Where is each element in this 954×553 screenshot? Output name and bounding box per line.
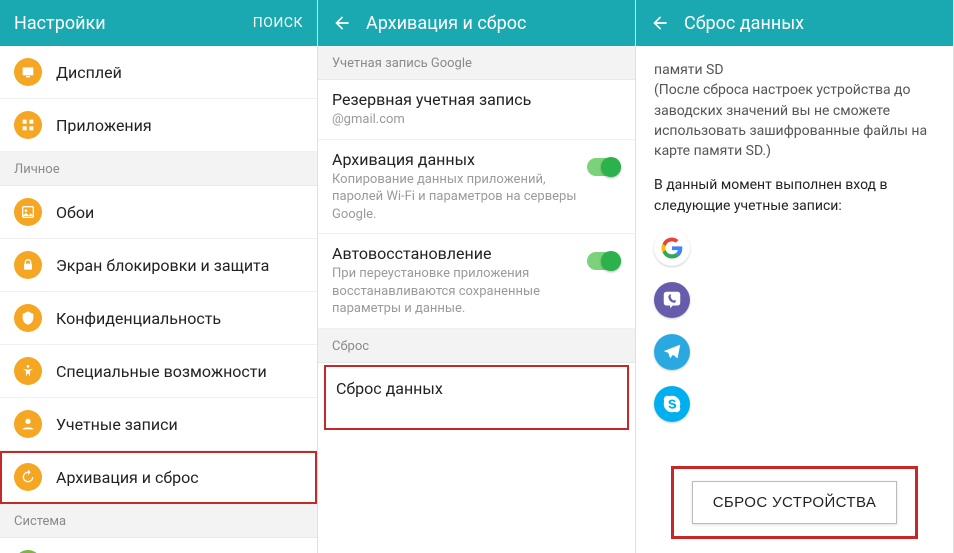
settings-item-wallpaper[interactable]: Обои (0, 186, 317, 239)
setting-sub: При переустановке приложения восстанавли… (332, 265, 577, 318)
backup-reset-panel: Архивация и сброс Учетная запись Google … (318, 0, 636, 553)
setting-backup-account[interactable]: Резервная учетная запись @gmail.com (318, 80, 635, 140)
display-icon (14, 58, 42, 86)
account-viber-icon (654, 282, 690, 318)
settings-item-backup-reset[interactable]: Архивация и сброс (0, 451, 317, 504)
setting-sub: Копирование данных приложений, паролей W… (332, 171, 577, 224)
settings-item-accounts[interactable]: Учетные записи (0, 398, 317, 451)
appbar-title: Настройки (14, 13, 239, 34)
settings-item-display[interactable]: Дисплей (0, 46, 317, 99)
appbar-factory: Сброс данных (636, 0, 953, 46)
section-google-account: Учетная запись Google (318, 46, 635, 80)
setting-title: Архивация данных (332, 150, 577, 169)
label: Специальные возможности (56, 362, 267, 381)
back-button[interactable] (650, 13, 670, 33)
apps-icon (14, 111, 42, 139)
factory-reset-panel: Сброс данных памяти SD (После сброса нас… (636, 0, 954, 553)
highlight-reset-button: СБРОС УСТРОЙСТВА (671, 466, 919, 539)
settings-panel: Настройки ПОИСК Дисплей Приложения Лично… (0, 0, 318, 553)
account-skype-icon (654, 386, 690, 422)
setting-backup-data: Архивация данных Копирование данных прил… (318, 140, 635, 235)
sd-body: (После сброса настроек устройства до зав… (654, 82, 927, 159)
backup-reset-icon (14, 463, 42, 491)
label: Учетные записи (56, 415, 178, 434)
setting-title: Резервная учетная запись (332, 90, 621, 109)
lock-icon (14, 251, 42, 279)
highlight-factory-reset: Сброс данных (324, 365, 629, 430)
appbar-title: Сброс данных (684, 13, 939, 34)
setting-title: Автовосстановление (332, 244, 577, 263)
section-personal: Личное (0, 152, 317, 186)
reset-button-area: СБРОС УСТРОЙСТВА (636, 436, 953, 553)
label: Конфиденциальность (56, 309, 221, 328)
backup-list[interactable]: Учетная запись Google Резервная учетная … (318, 46, 635, 553)
arrow-back-icon (332, 13, 352, 33)
logged-in-text: В данный момент выполнен вход в следующи… (654, 175, 935, 216)
settings-item-language[interactable]: A Язык и ввод (0, 538, 317, 553)
appbar-settings: Настройки ПОИСК (0, 0, 317, 46)
label: Экран блокировки и защита (56, 256, 269, 275)
wallpaper-icon (14, 198, 42, 226)
reset-device-button[interactable]: СБРОС УСТРОЙСТВА (692, 481, 898, 524)
account-list (654, 230, 935, 422)
privacy-icon (14, 304, 42, 332)
section-reset: Сброс (318, 329, 635, 363)
label: Приложения (56, 116, 152, 135)
label: Архивация и сброс (56, 468, 199, 487)
arrow-back-icon (650, 13, 670, 33)
factory-reset-body[interactable]: памяти SD (После сброса настроек устройс… (636, 46, 953, 553)
label: Дисплей (56, 63, 122, 82)
appbar-backup: Архивация и сброс (318, 0, 635, 46)
settings-item-accessibility[interactable]: Специальные возможности (0, 345, 317, 398)
backup-data-switch[interactable] (587, 158, 621, 176)
auto-restore-switch[interactable] (587, 252, 621, 270)
account-telegram-icon (654, 334, 690, 370)
search-button[interactable]: ПОИСК (253, 15, 303, 31)
label: Обои (56, 203, 94, 222)
back-button[interactable] (332, 13, 352, 33)
settings-item-privacy[interactable]: Конфиденциальность (0, 292, 317, 345)
settings-list[interactable]: Дисплей Приложения Личное Обои Экран бло… (0, 46, 317, 553)
setting-factory-reset[interactable]: Сброс данных (336, 379, 617, 398)
settings-item-apps[interactable]: Приложения (0, 99, 317, 152)
section-system: Система (0, 504, 317, 538)
accounts-icon (14, 410, 42, 438)
accessibility-icon (14, 357, 42, 385)
appbar-title: Архивация и сброс (366, 13, 621, 34)
setting-sub: @gmail.com (332, 111, 621, 129)
account-google-icon (654, 230, 690, 266)
settings-item-lock[interactable]: Экран блокировки и защита (0, 239, 317, 292)
sd-title: памяти SD (654, 62, 724, 78)
setting-auto-restore: Автовосстановление При переустановке при… (318, 234, 635, 329)
